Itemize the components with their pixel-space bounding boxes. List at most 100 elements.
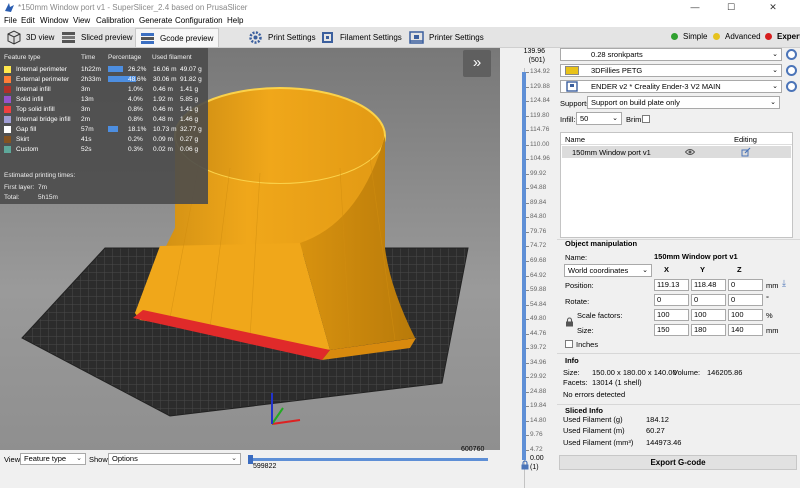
layer-top-value: 139.96 bbox=[523, 48, 545, 55]
menu-generate[interactable]: Generate bbox=[139, 16, 172, 25]
legend-row[interactable]: Internal bridge infill 2m 0.8% 0.48 m 1.46 g bbox=[0, 116, 208, 126]
printer-profile-select[interactable]: ENDER v2 * Creality Ender-3 V2 MAIN ⌄ bbox=[560, 80, 782, 93]
size-z-field[interactable]: 140 bbox=[728, 324, 763, 336]
legend-row[interactable]: Gap fill 57m 18.1% 10.73 m 32.77 g bbox=[0, 126, 208, 136]
size-unit: mm bbox=[766, 326, 779, 335]
tab-filament-settings[interactable]: Filament Settings bbox=[316, 28, 407, 47]
legend-row[interactable]: External perimeter 2h33m 48.6% 30.06 m 91.82… bbox=[0, 76, 208, 86]
tab-sliced-preview[interactable]: Sliced preview bbox=[57, 28, 138, 47]
coordinates-select[interactable]: World coordinates ⌄ bbox=[564, 264, 652, 277]
minimize-button[interactable]: — bbox=[680, 0, 710, 15]
mode-expert[interactable]: Expert bbox=[765, 32, 800, 41]
layer-tick-label: 134.92 bbox=[530, 68, 550, 75]
supports-value: Support on build plate only bbox=[591, 98, 680, 107]
tab-print-settings[interactable]: Print Settings bbox=[244, 28, 321, 47]
object-list-editing-header[interactable]: Editing bbox=[734, 135, 757, 144]
tab-label: 3D view bbox=[26, 33, 55, 42]
export-gcode-button[interactable]: Export G-code bbox=[559, 455, 797, 470]
filament-gear-icon[interactable] bbox=[786, 65, 797, 76]
size-x-field[interactable]: 150 bbox=[654, 324, 689, 336]
legend-swatch bbox=[4, 96, 11, 103]
scale-y-field[interactable]: 100 bbox=[691, 309, 726, 321]
menu-file[interactable]: File bbox=[4, 16, 17, 25]
menu-bar: File Edit Window View Calibration Genera… bbox=[0, 15, 800, 27]
total-label: Total: bbox=[4, 194, 20, 201]
tab-gcode-preview[interactable]: Gcode preview bbox=[135, 28, 220, 47]
legend-feature-name: Top solid infill bbox=[16, 106, 55, 113]
move-slider-track[interactable] bbox=[250, 458, 488, 461]
rotate-y-field[interactable]: 0 bbox=[691, 294, 726, 306]
menu-view[interactable]: View bbox=[73, 16, 90, 25]
mode-simple[interactable]: Simple bbox=[671, 32, 707, 41]
legend-percent-bar bbox=[108, 66, 123, 72]
infill-select[interactable]: 50 ⌄ bbox=[576, 112, 622, 125]
object-list[interactable]: Name Editing 150mm Window port v1 bbox=[560, 132, 793, 238]
print-profile-select[interactable]: 0.28 sronkparts ⌄ bbox=[560, 48, 782, 61]
object-list-name-header[interactable]: Name bbox=[565, 135, 585, 144]
axis-x bbox=[271, 419, 301, 425]
scale-z-field[interactable]: 100 bbox=[728, 309, 763, 321]
legend-row[interactable]: Internal perimeter 1h22m 26.2% 16.06 m 49.07… bbox=[0, 66, 208, 76]
rotate-x-field[interactable]: 0 bbox=[654, 294, 689, 306]
edit-icon[interactable] bbox=[741, 147, 751, 157]
tab-label: Filament Settings bbox=[340, 33, 402, 42]
sliced-info-title: Sliced Info bbox=[565, 406, 603, 415]
legend-row[interactable]: Internal infill 3m 1.0% 0.46 m 1.41 g bbox=[0, 86, 208, 96]
position-y-field[interactable]: 118.48 bbox=[691, 279, 726, 291]
tab-3d-view[interactable]: 3D view bbox=[2, 28, 59, 47]
collapse-sidebar-button[interactable]: » bbox=[463, 50, 491, 77]
object-manipulation-title: Object manipulation bbox=[565, 239, 638, 248]
first-layer-label: First layer: bbox=[4, 184, 35, 191]
menu-configuration[interactable]: Configuration bbox=[175, 16, 223, 25]
supports-select[interactable]: Support on build plate only ⌄ bbox=[587, 96, 780, 109]
inches-checkbox[interactable] bbox=[565, 340, 573, 348]
layer-tick-mark bbox=[526, 188, 529, 190]
layer-tick-label: 99.92 bbox=[530, 169, 547, 177]
tab-printer-settings[interactable]: Printer Settings bbox=[405, 28, 489, 47]
print-profile-gear-icon[interactable] bbox=[786, 49, 797, 60]
printer-gear-icon[interactable] bbox=[786, 81, 797, 92]
layer-tick-label: 59.88 bbox=[530, 286, 547, 294]
legend-row[interactable]: Solid infill 13m 4.0% 1.92 m 5.85 g bbox=[0, 96, 208, 106]
menu-edit[interactable]: Edit bbox=[21, 16, 35, 25]
axis-y bbox=[271, 407, 284, 425]
layer-slider[interactable]: 139.96 (501) 134.92 129.88 124.84 119.80 114… bbox=[500, 48, 556, 488]
chevron-down-icon: ⌄ bbox=[772, 51, 778, 58]
filament-profile-select[interactable]: 3DFillies PETG ⌄ bbox=[560, 64, 782, 77]
show-options-select[interactable]: Options ⌄ bbox=[108, 453, 241, 465]
eye-icon[interactable] bbox=[685, 148, 695, 156]
filament-color-swatch[interactable] bbox=[565, 66, 579, 75]
legend-length: 0.48 m bbox=[153, 116, 173, 123]
layer-tick-label: 39.72 bbox=[530, 344, 547, 352]
scale-x-field[interactable]: 100 bbox=[654, 309, 689, 321]
layer-tick-mark bbox=[526, 362, 529, 364]
close-button[interactable]: ✕ bbox=[758, 0, 788, 15]
object-list-row[interactable]: 150mm Window port v1 bbox=[562, 146, 791, 158]
view-type-select[interactable]: Feature type ⌄ bbox=[20, 453, 86, 465]
menu-calibration[interactable]: Calibration bbox=[96, 16, 134, 25]
maximize-button[interactable]: ☐ bbox=[716, 0, 746, 15]
info-size-value: 150.00 x 180.00 x 140.00 bbox=[592, 368, 677, 377]
layer-tick-label: 34.96 bbox=[530, 358, 547, 366]
layer-tick-label: 4.72 bbox=[530, 446, 543, 453]
rotate-z-field[interactable]: 0 bbox=[728, 294, 763, 306]
lock-icon[interactable] bbox=[565, 317, 574, 327]
legend-swatch bbox=[4, 136, 11, 143]
drop-to-bed-icon[interactable]: ⤓ bbox=[782, 278, 786, 289]
menu-window[interactable]: Window bbox=[40, 16, 68, 25]
size-y-field[interactable]: 180 bbox=[691, 324, 726, 336]
mode-label: Simple bbox=[683, 32, 708, 41]
layer-tick-mark bbox=[526, 406, 529, 408]
mode-advanced[interactable]: Advanced bbox=[713, 32, 761, 41]
used-filament-mm3-value: 144973.46 bbox=[646, 438, 682, 447]
scale-label: Scale factors: bbox=[577, 311, 623, 320]
brim-checkbox[interactable] bbox=[642, 115, 650, 123]
legend-row[interactable]: Custom 52s 0.3% 0.02 m 0.06 g bbox=[0, 146, 208, 156]
lock-icon[interactable] bbox=[520, 460, 530, 470]
menu-help[interactable]: Help bbox=[227, 16, 243, 25]
position-z-field[interactable]: 0 bbox=[728, 279, 763, 291]
legend-row[interactable]: Skirt 41s 0.2% 0.09 m 0.27 g bbox=[0, 136, 208, 146]
position-x-field[interactable]: 119.13 bbox=[654, 279, 689, 291]
info-volume-value: 146205.86 bbox=[707, 368, 743, 377]
legend-row[interactable]: Top solid infill 3m 0.8% 0.46 m 1.41 g bbox=[0, 106, 208, 116]
